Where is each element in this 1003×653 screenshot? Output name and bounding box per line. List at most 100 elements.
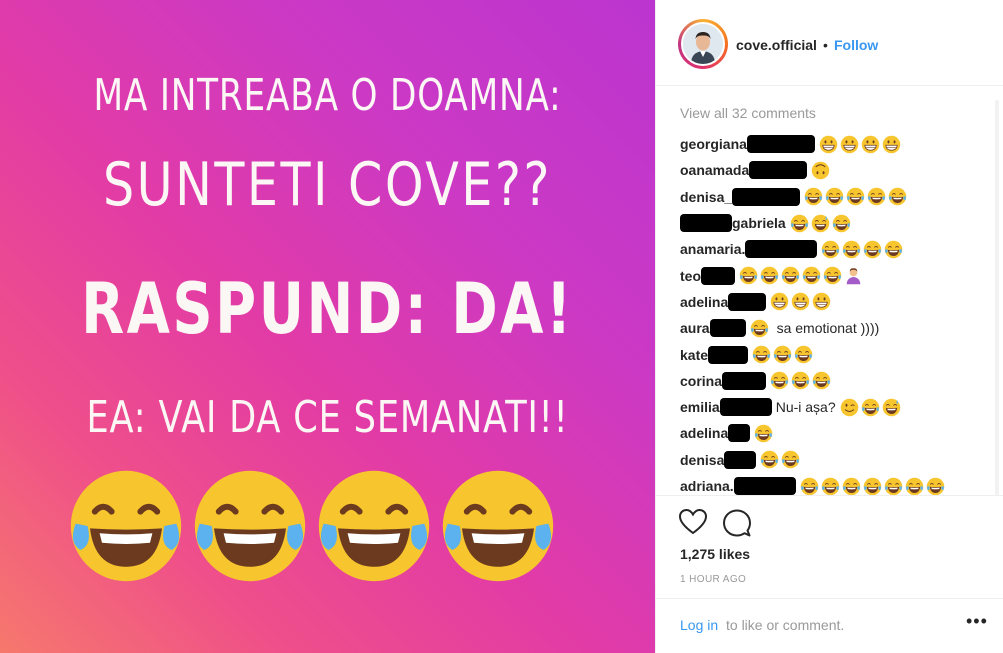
rofl-emoji-icon xyxy=(794,345,813,364)
comment-username[interactable]: georgiana xyxy=(680,131,747,157)
comment-row: aura sa emotionat )))) xyxy=(680,315,990,341)
joy-emoji-icon xyxy=(800,477,819,496)
comment-username[interactable]: gabriela xyxy=(732,210,786,236)
joy-emoji-icon xyxy=(846,187,865,206)
joy-emoji-icon xyxy=(842,240,861,259)
comment-username[interactable]: teo xyxy=(680,263,701,289)
comment-username[interactable]: corina xyxy=(680,368,722,394)
redacted-username xyxy=(724,450,757,469)
comment-row: adelina xyxy=(680,289,990,315)
joy-emoji-icon xyxy=(842,477,861,496)
avatar[interactable] xyxy=(678,19,728,69)
comment-row: denisa_ xyxy=(680,184,990,210)
comment-username[interactable]: aura xyxy=(680,315,710,341)
post-actions: 1,275 likes 1 HOUR AGO xyxy=(656,495,1003,610)
comment-emojis xyxy=(754,424,773,443)
facepalm-emoji-icon xyxy=(844,266,863,285)
redacted-username xyxy=(728,424,751,443)
comment-row: kate xyxy=(680,341,990,367)
login-prompt-text: to like or comment. xyxy=(726,617,845,633)
likes-count[interactable]: 1,275 likes xyxy=(680,546,750,562)
heart-icon[interactable] xyxy=(678,508,708,536)
redacted-username xyxy=(749,161,808,180)
comment-row: oanamada xyxy=(680,157,990,183)
upside-down-emoji-icon xyxy=(811,161,830,180)
comment-username[interactable]: oanamada xyxy=(680,157,749,183)
joy-emoji-icon xyxy=(884,477,903,496)
joy-emoji-icon xyxy=(781,266,800,285)
comment-row: emilia Nu-i așa? xyxy=(680,394,990,420)
comment-emojis xyxy=(840,398,901,417)
grin-emoji-icon xyxy=(812,292,831,311)
joy-emoji-icon xyxy=(863,240,882,259)
joy-emoji-icon xyxy=(754,424,773,443)
view-all-comments-link[interactable]: View all 32 comments xyxy=(680,103,990,127)
rofl-emoji-icon xyxy=(773,345,792,364)
wink-emoji-icon xyxy=(840,398,859,417)
joy-emoji-icon xyxy=(790,214,809,233)
grin-emoji-icon xyxy=(819,135,838,154)
grin-emoji-icon xyxy=(861,135,880,154)
comment-text: sa emotionat )))) xyxy=(776,320,880,337)
joy-emoji-icon xyxy=(750,319,769,338)
comment-username[interactable]: adelina xyxy=(680,289,728,315)
comment-username[interactable]: kate xyxy=(680,342,708,368)
username[interactable]: cove.official xyxy=(736,37,817,53)
comment-username[interactable]: denisa xyxy=(680,447,724,473)
comments-scrollbar[interactable] xyxy=(995,100,999,495)
joy-emoji-icon xyxy=(825,187,844,206)
joy-emoji-icon xyxy=(861,398,880,417)
comment-emojis xyxy=(750,319,769,338)
joy-emoji-icon xyxy=(888,187,907,206)
post-image: MA INTREABA O DOAMNA: SUNTETI COVE?? RAS… xyxy=(0,0,655,653)
rofl-emoji-icon xyxy=(752,345,771,364)
comment-emojis xyxy=(800,477,945,496)
rofl-emoji-icon xyxy=(832,214,851,233)
comments-list: View all 32 comments georgiana oanamada … xyxy=(680,103,990,496)
post-header: cove.official • Follow xyxy=(656,0,1003,86)
comment-username[interactable]: denisa_ xyxy=(680,184,732,210)
joy-emoji-icon xyxy=(863,477,882,496)
login-link[interactable]: Log in xyxy=(680,617,718,633)
image-emoji-row xyxy=(66,466,586,586)
comment-row: teo xyxy=(680,262,990,288)
comment-username[interactable]: emilia xyxy=(680,394,720,420)
grin-emoji-icon xyxy=(882,135,901,154)
comment-emojis xyxy=(739,266,863,285)
comment-emojis xyxy=(811,161,830,180)
redacted-username xyxy=(719,398,772,417)
joy-emoji-icon xyxy=(884,240,903,259)
sweat-smile-emoji-icon xyxy=(882,398,901,417)
image-text-line-4: EA: VAI DA CE SEMANATI!! xyxy=(86,392,569,443)
comment-text: Nu-i așa? xyxy=(775,399,836,416)
comment-row: anamaria. xyxy=(680,236,990,262)
joy-emoji-icon xyxy=(867,187,886,206)
joy-emoji-icon xyxy=(804,187,823,206)
grin-emoji-icon xyxy=(840,135,859,154)
redacted-username xyxy=(728,292,767,311)
image-text-line-2: SUNTETI COVE?? xyxy=(102,150,553,220)
follow-button[interactable]: Follow xyxy=(834,37,878,53)
joy-emoji-icon xyxy=(926,477,945,496)
comment-emojis xyxy=(804,187,907,206)
more-options-button[interactable]: ••• xyxy=(966,611,988,632)
redacted-username xyxy=(732,187,801,206)
comment-row: denisa xyxy=(680,447,990,473)
joy-icon xyxy=(438,466,562,586)
joy-emoji-icon xyxy=(760,266,779,285)
rofl-emoji-icon xyxy=(770,371,789,390)
joy-emoji-icon xyxy=(760,450,779,469)
image-text-line-1: MA INTREABA O DOAMNA: xyxy=(93,70,562,121)
joy-icon xyxy=(66,466,190,586)
comment-icon[interactable] xyxy=(722,508,752,538)
comment-emojis xyxy=(770,371,831,390)
post-timestamp: 1 HOUR AGO xyxy=(680,574,747,585)
comment-username[interactable]: anamaria. xyxy=(680,236,745,262)
rofl-emoji-icon xyxy=(812,371,831,390)
separator-dot: • xyxy=(823,37,828,53)
comment-username[interactable]: adelina xyxy=(680,420,728,446)
comment-row: georgiana xyxy=(680,131,990,157)
joy-emoji-icon xyxy=(781,450,800,469)
joy-emoji-icon xyxy=(823,266,842,285)
comment-emojis xyxy=(790,214,851,233)
